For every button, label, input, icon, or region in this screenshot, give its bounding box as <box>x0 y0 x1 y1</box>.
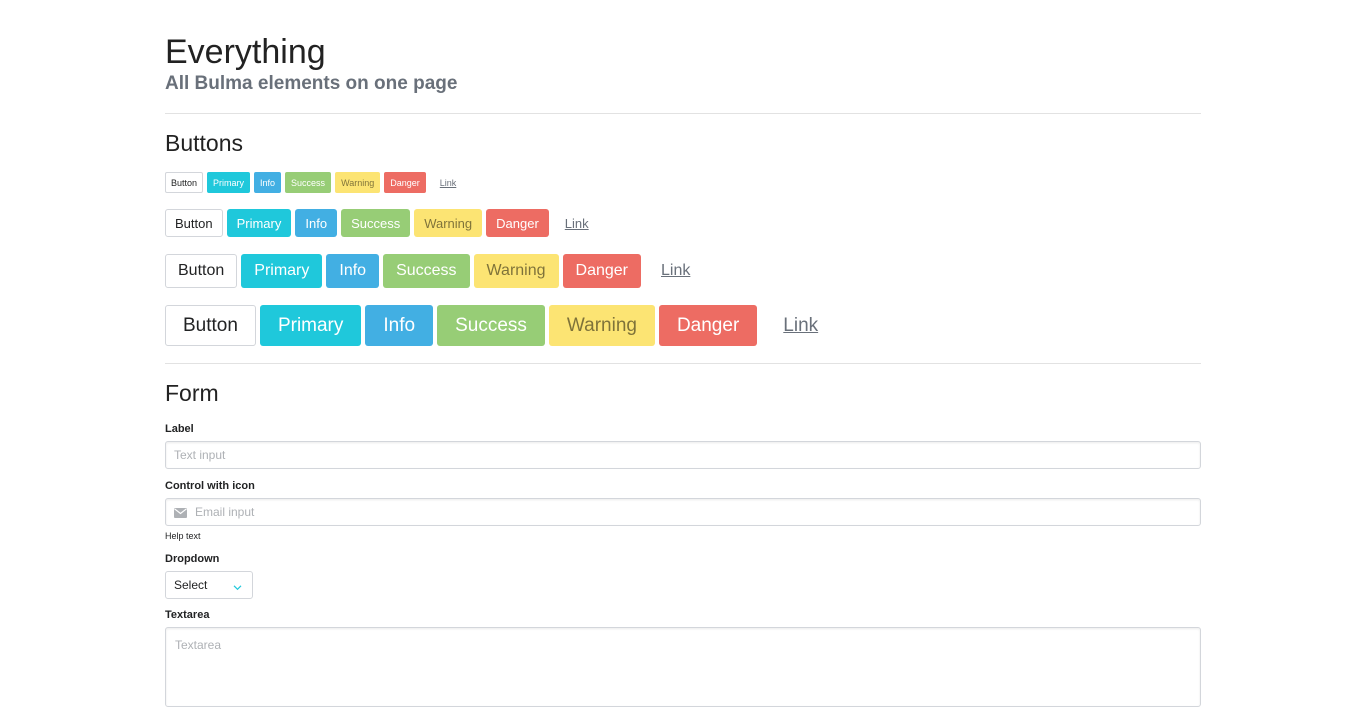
button-small-warning[interactable]: Warning <box>335 172 381 193</box>
button-row-normal: Button Primary Info Success Warning Dang… <box>165 209 1201 237</box>
page-title: Everything <box>165 33 326 71</box>
page-subtitle: All Bulma elements on one page <box>165 73 458 94</box>
button-large-link[interactable]: Link <box>761 305 840 346</box>
button-normal-info[interactable]: Info <box>295 209 338 237</box>
button-large-danger[interactable]: Danger <box>658 305 758 346</box>
button-large-default[interactable]: Button <box>165 305 256 346</box>
button-medium-success[interactable]: Success <box>383 254 470 288</box>
button-row-small: Button Primary Info Success Warning Dang… <box>165 172 1201 193</box>
chevron-down-icon <box>233 581 242 590</box>
button-small-default[interactable]: Button <box>165 172 204 193</box>
text-input-placeholder: Text input <box>174 448 226 462</box>
buttons-section-title: Buttons <box>165 130 243 156</box>
dropdown-value: Select <box>174 578 208 592</box>
button-medium-warning[interactable]: Warning <box>473 254 559 288</box>
divider <box>165 113 1201 114</box>
dropdown-select[interactable]: Select <box>165 571 253 599</box>
hero: Everything All Bulma elements on one pag… <box>165 0 1201 95</box>
textarea-placeholder: Textarea <box>175 638 222 652</box>
textarea-label: Textarea <box>165 609 210 621</box>
dropdown-label: Dropdown <box>165 553 220 565</box>
form-section-title: Form <box>165 380 219 406</box>
help-text: Help text <box>165 531 201 541</box>
button-medium-danger[interactable]: Danger <box>562 254 641 288</box>
button-medium-default[interactable]: Button <box>165 254 238 288</box>
button-small-success[interactable]: Success <box>285 172 332 193</box>
button-medium-link[interactable]: Link <box>645 254 706 288</box>
button-medium-primary[interactable]: Primary <box>241 254 323 288</box>
button-medium-info[interactable]: Info <box>326 254 380 288</box>
email-input[interactable]: Email input <box>165 498 1201 526</box>
email-input-label: Control with icon <box>165 480 255 492</box>
button-small-link[interactable]: Link <box>430 172 467 193</box>
text-input[interactable]: Text input <box>165 441 1201 469</box>
button-row-large: Button Primary Info Success Warning Dang… <box>165 305 1201 346</box>
page-container: Everything All Bulma elements on one pag… <box>165 0 1201 707</box>
button-large-success[interactable]: Success <box>437 305 545 346</box>
button-normal-warning[interactable]: Warning <box>414 209 483 237</box>
button-large-warning[interactable]: Warning <box>548 305 655 346</box>
button-normal-default[interactable]: Button <box>165 209 223 237</box>
button-normal-success[interactable]: Success <box>341 209 411 237</box>
envelope-icon <box>174 507 187 518</box>
button-small-info[interactable]: Info <box>254 172 282 193</box>
button-large-primary[interactable]: Primary <box>259 305 362 346</box>
button-small-primary[interactable]: Primary <box>207 172 251 193</box>
button-normal-primary[interactable]: Primary <box>226 209 292 237</box>
button-normal-danger[interactable]: Danger <box>486 209 549 237</box>
button-small-danger[interactable]: Danger <box>384 172 426 193</box>
button-large-info[interactable]: Info <box>365 305 434 346</box>
button-normal-link[interactable]: Link <box>553 209 601 237</box>
button-row-medium: Button Primary Info Success Warning Dang… <box>165 254 1201 288</box>
text-input-label: Label <box>165 423 194 435</box>
email-input-placeholder: Email input <box>195 505 255 519</box>
textarea[interactable]: Textarea <box>165 627 1201 707</box>
divider <box>165 363 1201 364</box>
